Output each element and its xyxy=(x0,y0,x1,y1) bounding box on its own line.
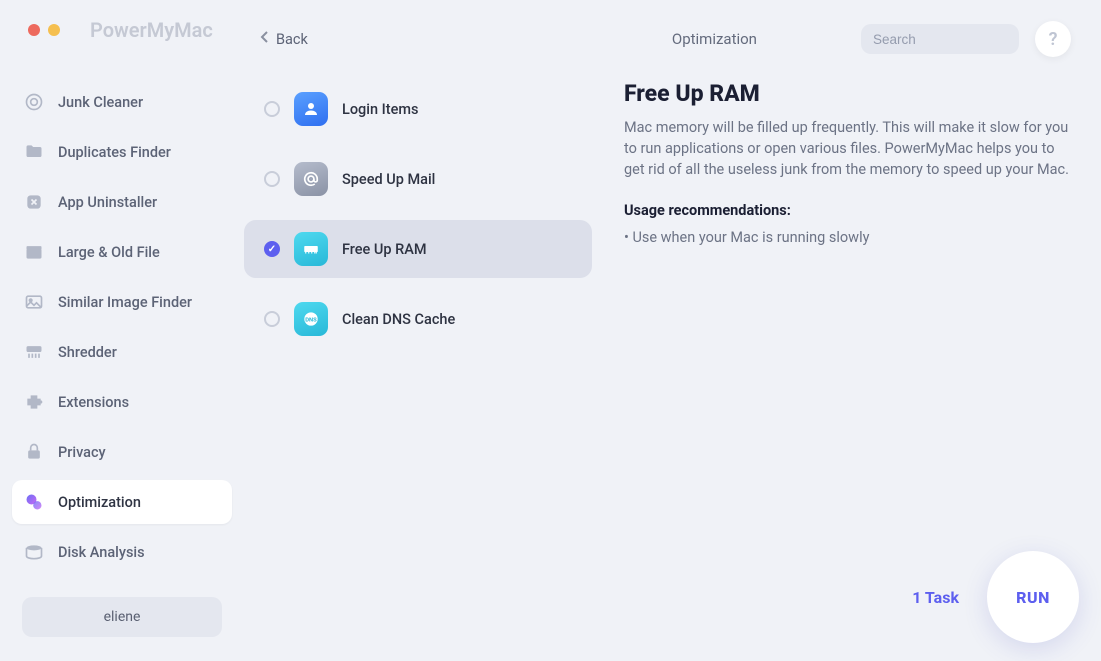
help-button[interactable]: ? xyxy=(1035,21,1071,57)
help-icon: ? xyxy=(1049,29,1058,50)
sidebar-item-label: Duplicates Finder xyxy=(58,144,171,161)
box-icon xyxy=(24,242,44,262)
ram-app-icon xyxy=(294,232,328,266)
task-label: Login Items xyxy=(342,101,418,118)
detail-recommend-heading: Usage recommendations: xyxy=(624,202,1071,219)
sparkle-icon xyxy=(24,492,44,512)
at-app-icon xyxy=(294,162,328,196)
sidebar-nav: Junk Cleaner Duplicates Finder App Unins… xyxy=(0,80,244,585)
shredder-icon xyxy=(24,342,44,362)
radio-unchecked-icon[interactable] xyxy=(264,311,280,327)
chevron-left-icon xyxy=(260,30,270,48)
sidebar-item-junk-cleaner[interactable]: Junk Cleaner xyxy=(12,80,232,124)
minimize-window-icon[interactable] xyxy=(48,24,60,36)
task-count-label: 1 Task xyxy=(912,588,959,607)
puzzle-icon xyxy=(24,392,44,412)
sidebar-item-label: Junk Cleaner xyxy=(58,94,143,111)
target-icon xyxy=(24,92,44,112)
sidebar-item-extensions[interactable]: Extensions xyxy=(12,380,232,424)
task-label: Speed Up Mail xyxy=(342,171,435,188)
radio-unchecked-icon[interactable] xyxy=(264,101,280,117)
sidebar-item-label: Privacy xyxy=(58,444,106,461)
sidebar-item-label: Large & Old File xyxy=(58,244,160,261)
disk-icon xyxy=(24,542,44,562)
task-item-free-up-ram[interactable]: Free Up RAM xyxy=(244,220,592,278)
sidebar-item-optimization[interactable]: Optimization xyxy=(12,480,232,524)
window-controls[interactable] xyxy=(0,16,60,44)
close-window-icon[interactable] xyxy=(28,24,40,36)
task-item-clean-dns-cache[interactable]: DNS Clean DNS Cache xyxy=(244,290,592,348)
detail-description: Mac memory will be filled up frequently.… xyxy=(624,117,1071,180)
sidebar-item-privacy[interactable]: Privacy xyxy=(12,430,232,474)
detail-title: Free Up RAM xyxy=(624,80,1071,107)
user-account-button[interactable]: eliene xyxy=(22,597,222,637)
app-icon xyxy=(24,192,44,212)
user-name-label: eliene xyxy=(104,609,141,625)
app-title: PowerMyMac xyxy=(90,18,213,42)
task-label: Free Up RAM xyxy=(342,241,427,258)
dns-app-icon: DNS xyxy=(294,302,328,336)
sidebar-item-shredder[interactable]: Shredder xyxy=(12,330,232,374)
sidebar-item-disk-analysis[interactable]: Disk Analysis xyxy=(12,530,232,574)
radio-unchecked-icon[interactable] xyxy=(264,171,280,187)
image-icon xyxy=(24,292,44,312)
task-label: Clean DNS Cache xyxy=(342,311,455,328)
sidebar-item-label: Similar Image Finder xyxy=(58,294,192,311)
back-label: Back xyxy=(276,31,308,48)
detail-recommend-item: • Use when your Mac is running slowly xyxy=(624,229,1071,246)
search-input[interactable] xyxy=(873,32,1050,47)
sidebar-item-label: Shredder xyxy=(58,344,117,361)
radio-checked-icon[interactable] xyxy=(264,241,280,257)
sidebar-item-label: Extensions xyxy=(58,394,129,411)
sidebar-item-app-uninstaller[interactable]: App Uninstaller xyxy=(12,180,232,224)
task-item-speed-up-mail[interactable]: Speed Up Mail xyxy=(244,150,592,208)
sidebar-item-duplicates-finder[interactable]: Duplicates Finder xyxy=(12,130,232,174)
user-app-icon xyxy=(294,92,328,126)
sidebar-item-similar-image-finder[interactable]: Similar Image Finder xyxy=(12,280,232,324)
back-button[interactable]: Back xyxy=(252,26,316,52)
svg-text:DNS: DNS xyxy=(305,318,317,324)
search-box[interactable] xyxy=(861,24,1019,54)
run-label: RUN xyxy=(1016,588,1050,607)
section-title: Optimization xyxy=(672,30,757,48)
folder-icon xyxy=(24,142,44,162)
sidebar-item-label: Optimization xyxy=(58,494,141,511)
run-button[interactable]: RUN xyxy=(987,551,1079,643)
task-item-login-items[interactable]: Login Items xyxy=(244,80,592,138)
sidebar-item-large-old-file[interactable]: Large & Old File xyxy=(12,230,232,274)
task-list: Login Items Speed Up Mail Free Up RAM xyxy=(244,80,604,661)
lock-icon xyxy=(24,442,44,462)
sidebar-item-label: Disk Analysis xyxy=(58,544,145,561)
sidebar-item-label: App Uninstaller xyxy=(58,194,157,211)
